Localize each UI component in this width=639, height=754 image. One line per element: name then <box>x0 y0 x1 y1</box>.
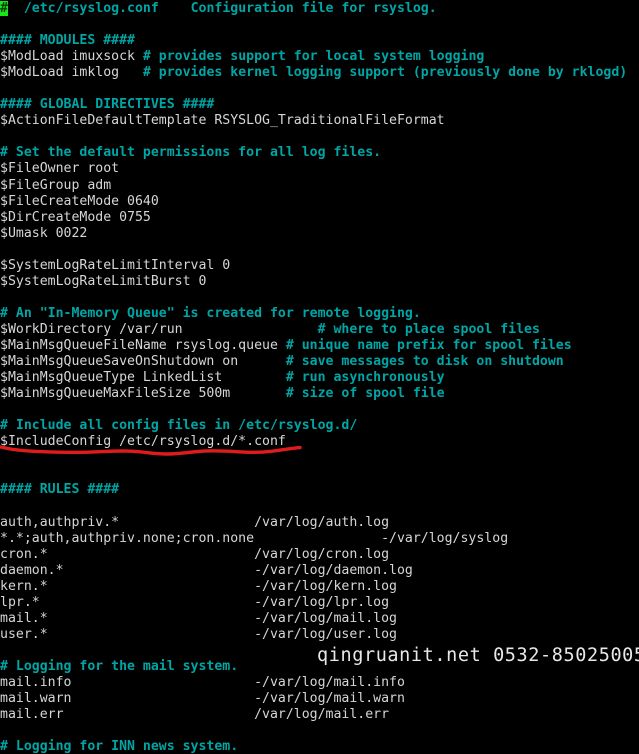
comment-text: # Include all config files in /etc/rsysl… <box>0 418 358 434</box>
comment-text: # Set the default permissions for all lo… <box>0 145 382 161</box>
config-text: auth,authpriv.* /var/log/auth.log <box>0 514 390 530</box>
terminal-line: #### RULES #### <box>0 482 639 498</box>
comment-text: # save messages to disk on shutdown <box>285 354 564 370</box>
config-text: mail.err /var/log/mail.err <box>0 707 390 723</box>
terminal-line: $MainMsgQueueFileName rsyslog.queue # un… <box>0 338 639 354</box>
terminal-text-buffer[interactable]: # /etc/rsyslog.conf Configuration file f… <box>0 0 639 754</box>
terminal-line: $MainMsgQueueType LinkedList # run async… <box>0 370 639 386</box>
terminal-line: #### MODULES #### <box>0 33 639 49</box>
config-text: $SystemLogRateLimitInterval 0 <box>0 257 231 273</box>
config-text: $Umask 0022 <box>0 225 88 241</box>
config-text: $MainMsgQueueMaxFileSize 500m <box>0 386 286 402</box>
terminal-line: $SystemLogRateLimitBurst 0 <box>0 274 639 290</box>
terminal-line: $ModLoad imuxsock # provides support for… <box>0 49 639 65</box>
terminal-line: # Include all config files in /etc/rsysl… <box>0 418 639 434</box>
terminal-line: $ActionFileDefaultTemplate RSYSLOG_Tradi… <box>0 113 639 129</box>
terminal-line: mail.info -/var/log/mail.info <box>0 675 639 691</box>
comment-text: # An "In-Memory Queue" is created for re… <box>0 305 421 321</box>
terminal-line: $MainMsgQueueSaveOnShutdown on # save me… <box>0 354 639 370</box>
comment-text: # Logging for INN news system. <box>0 739 239 754</box>
terminal-line: mail.warn -/var/log/mail.warn <box>0 691 639 707</box>
comment-text: # unique name prefix for spool files <box>285 337 572 353</box>
comment-text: # size of spool file <box>285 386 445 402</box>
comment-text: #### MODULES #### <box>0 33 135 49</box>
terminal-line: user.* -/var/log/user.log <box>0 627 639 643</box>
terminal-line: $FileGroup adm <box>0 178 639 194</box>
config-text: $WorkDirectory /var/run <box>0 321 318 337</box>
config-text: $MainMsgQueueFileName rsyslog.queue <box>0 337 286 353</box>
config-text: $DirCreateMode 0755 <box>0 209 151 225</box>
config-text: mail.info -/var/log/mail.info <box>0 674 405 690</box>
config-text: $SystemLogRateLimitBurst 0 <box>0 273 207 289</box>
config-text: user.* -/var/log/user.log <box>0 626 397 642</box>
terminal-line: # An "In-Memory Queue" is created for re… <box>0 306 639 322</box>
config-text: $ActionFileDefaultTemplate RSYSLOG_Tradi… <box>0 113 445 129</box>
terminal-line: $SystemLogRateLimitInterval 0 <box>0 258 639 274</box>
config-text: daemon.* -/var/log/daemon.log <box>0 562 413 578</box>
config-text: $MainMsgQueueSaveOnShutdown on <box>0 354 286 370</box>
terminal-line: $WorkDirectory /var/run # where to place… <box>0 322 639 338</box>
terminal-line: $ModLoad imklog # provides kernel loggin… <box>0 65 639 81</box>
comment-text: # where to place spool files <box>317 321 540 337</box>
config-text: $ModLoad imuxsock <box>0 49 143 65</box>
config-text: $FileGroup adm <box>0 177 112 193</box>
comment-text: #### GLOBAL DIRECTIVES #### <box>0 97 215 113</box>
terminal-line: mail.* -/var/log/mail.log <box>0 611 639 627</box>
terminal-line: # /etc/rsyslog.conf Configuration file f… <box>0 1 639 17</box>
config-text: $IncludeConfig /etc/rsyslog.d/*.conf <box>0 434 286 450</box>
comment-text: /etc/rsyslog.conf Configuration file for… <box>7 1 437 16</box>
config-text: cron.* /var/log/cron.log <box>0 546 390 562</box>
terminal-line: *.*;auth,authpriv.none;cron.none -/var/l… <box>0 531 639 547</box>
terminal-line: lpr.* -/var/log/lpr.log <box>0 595 639 611</box>
comment-text: # provides kernel logging support (previ… <box>142 65 628 81</box>
terminal-line: $DirCreateMode 0755 <box>0 210 639 226</box>
terminal-line: $IncludeConfig /etc/rsyslog.d/*.conf <box>0 434 639 450</box>
config-text: $FileOwner root <box>0 161 120 177</box>
terminal-window[interactable]: # /etc/rsyslog.conf Configuration file f… <box>0 0 639 754</box>
terminal-line: # Set the default permissions for all lo… <box>0 145 639 161</box>
terminal-line: daemon.* -/var/log/daemon.log <box>0 563 639 579</box>
terminal-line: mail.err /var/log/mail.err <box>0 707 639 723</box>
terminal-line: $Umask 0022 <box>0 226 639 242</box>
config-text: mail.warn -/var/log/mail.warn <box>0 691 405 707</box>
terminal-line: $FileCreateMode 0640 <box>0 194 639 210</box>
comment-text: # run asynchronously <box>285 370 445 386</box>
config-text: *.*;auth,authpriv.none;cron.none -/var/l… <box>0 530 509 546</box>
terminal-line: #### GLOBAL DIRECTIVES #### <box>0 97 639 113</box>
comment-text: #### RULES #### <box>0 482 120 498</box>
config-text: lpr.* -/var/log/lpr.log <box>0 594 390 610</box>
config-text: $FileCreateMode 0640 <box>0 193 159 209</box>
config-text: mail.* -/var/log/mail.log <box>0 610 397 626</box>
config-text: $ModLoad imklog <box>0 65 143 81</box>
terminal-line: $MainMsgQueueMaxFileSize 500m # size of … <box>0 386 639 402</box>
text-cursor: # <box>0 1 8 16</box>
comment-text: # provides support for local system logg… <box>142 49 485 65</box>
terminal-line: auth,authpriv.* /var/log/auth.log <box>0 515 639 531</box>
terminal-line: kern.* -/var/log/kern.log <box>0 579 639 595</box>
comment-text: # Logging for the mail system. <box>0 658 239 674</box>
terminal-line: cron.* /var/log/cron.log <box>0 547 639 563</box>
watermark-text: qingruanit.net 0532-85025005 <box>317 645 639 666</box>
config-text: $MainMsgQueueType LinkedList <box>0 370 286 386</box>
config-text: kern.* -/var/log/kern.log <box>0 578 397 594</box>
terminal-line: # Logging for INN news system. <box>0 739 639 754</box>
terminal-line: $FileOwner root <box>0 161 639 177</box>
